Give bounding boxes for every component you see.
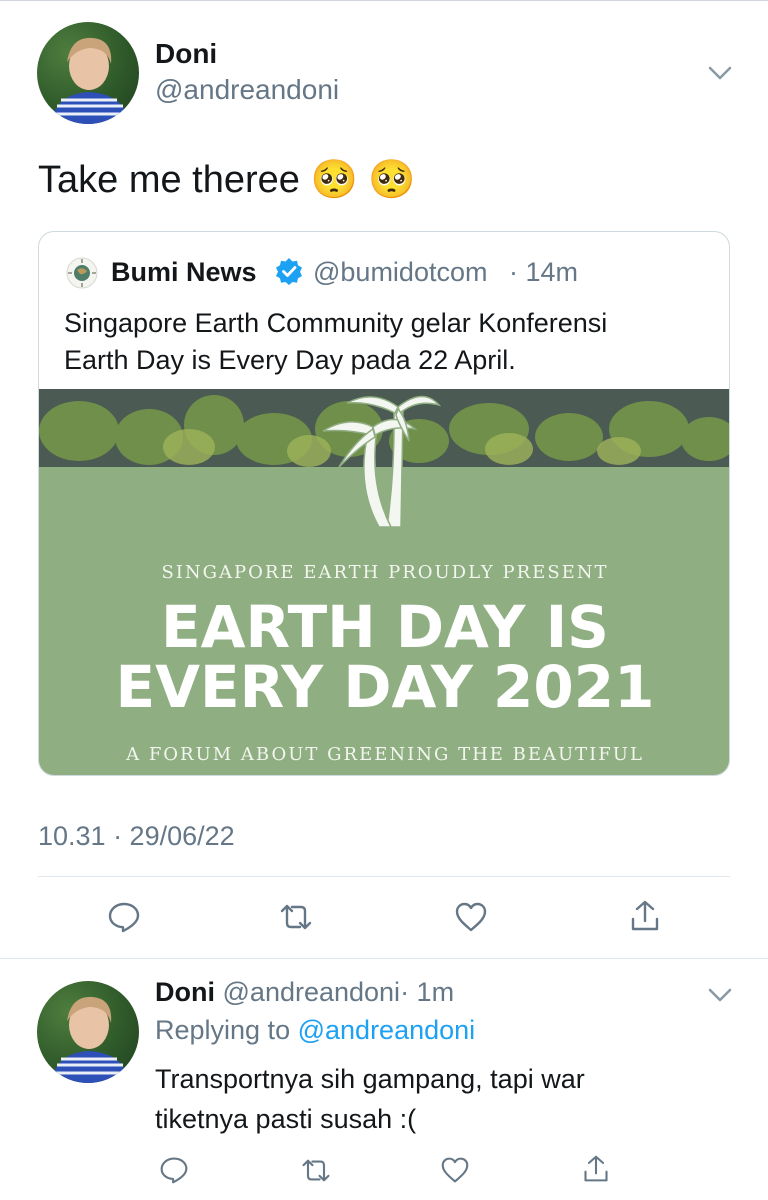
quoted-tweet-card[interactable]: Bumi News @bumidotcom · 14m Singapore Ea… — [38, 231, 730, 776]
top-divider — [0, 0, 768, 1]
reply-text-line1: Transportnya sih gampang, tapi war — [155, 1064, 585, 1094]
retweet-icon[interactable] — [274, 897, 318, 937]
section-divider — [0, 958, 768, 959]
poster-tagline: A FORUM ABOUT GREENING THE BEAUTIFUL — [126, 744, 644, 765]
palm-tree-icon — [322, 395, 442, 528]
reply-reply-icon[interactable] — [156, 1152, 192, 1188]
poster-title-line1: EARTH DAY IS — [161, 593, 609, 661]
verified-badge-icon — [275, 257, 303, 285]
poster-subtitle: SINGAPORE EARTH PROUDLY PRESENT — [161, 562, 609, 583]
replying-to-link[interactable]: @andreandoni — [298, 1015, 476, 1045]
reply-time: · 1m — [400, 977, 455, 1007]
heart-icon[interactable] — [449, 897, 493, 937]
reply-share-icon[interactable] — [577, 1150, 615, 1188]
reply-icon[interactable] — [102, 897, 146, 937]
quoted-author-name: Bumi News — [111, 257, 257, 287]
reply-author-handle[interactable]: @andreandoni — [223, 977, 401, 1007]
quoted-tweet-text-line2: Earth Day is Every Day pada 22 April. — [64, 345, 516, 375]
replying-to-label: Replying to — [155, 1015, 291, 1045]
timestamp-divider — [38, 876, 730, 877]
share-icon[interactable] — [623, 895, 667, 937]
quoted-tweet-time: · 14m — [509, 257, 579, 287]
reply-author-name[interactable]: Doni — [155, 977, 215, 1007]
reply-avatar-image — [51, 996, 129, 1083]
quoted-tweet-text-line1: Singapore Earth Community gelar Konferen… — [64, 308, 608, 338]
reply-avatar[interactable] — [37, 981, 139, 1083]
reply-retweet-icon[interactable] — [296, 1152, 336, 1188]
chevron-down-icon[interactable] — [704, 60, 736, 86]
reply-text-line2: tiketnya pasti susah :( — [155, 1104, 417, 1134]
reply-header: Doni @andreandoni· 1m — [155, 977, 454, 1008]
avatar[interactable] — [37, 22, 139, 124]
reply-heart-icon[interactable] — [436, 1152, 474, 1188]
author-name[interactable]: Doni — [155, 38, 217, 70]
tweet-text: Take me theree 🥺 🥺 — [38, 159, 416, 201]
replying-to: Replying to @andreandoni — [155, 1015, 475, 1046]
quoted-author-handle: @bumidotcom — [313, 257, 488, 287]
tweet-timestamp: 10.31 · 29/06/22 — [38, 821, 235, 851]
quoted-tweet-image[interactable]: SINGAPORE EARTH PROUDLY PRESENT EARTH DA… — [39, 389, 729, 775]
reply-chevron-down-icon[interactable] — [704, 983, 736, 1007]
bumi-logo-icon — [65, 256, 99, 290]
poster-title-line2: EVERY DAY 2021 — [115, 653, 655, 721]
avatar-image — [51, 37, 129, 124]
author-handle[interactable]: @andreandoni — [155, 74, 339, 106]
